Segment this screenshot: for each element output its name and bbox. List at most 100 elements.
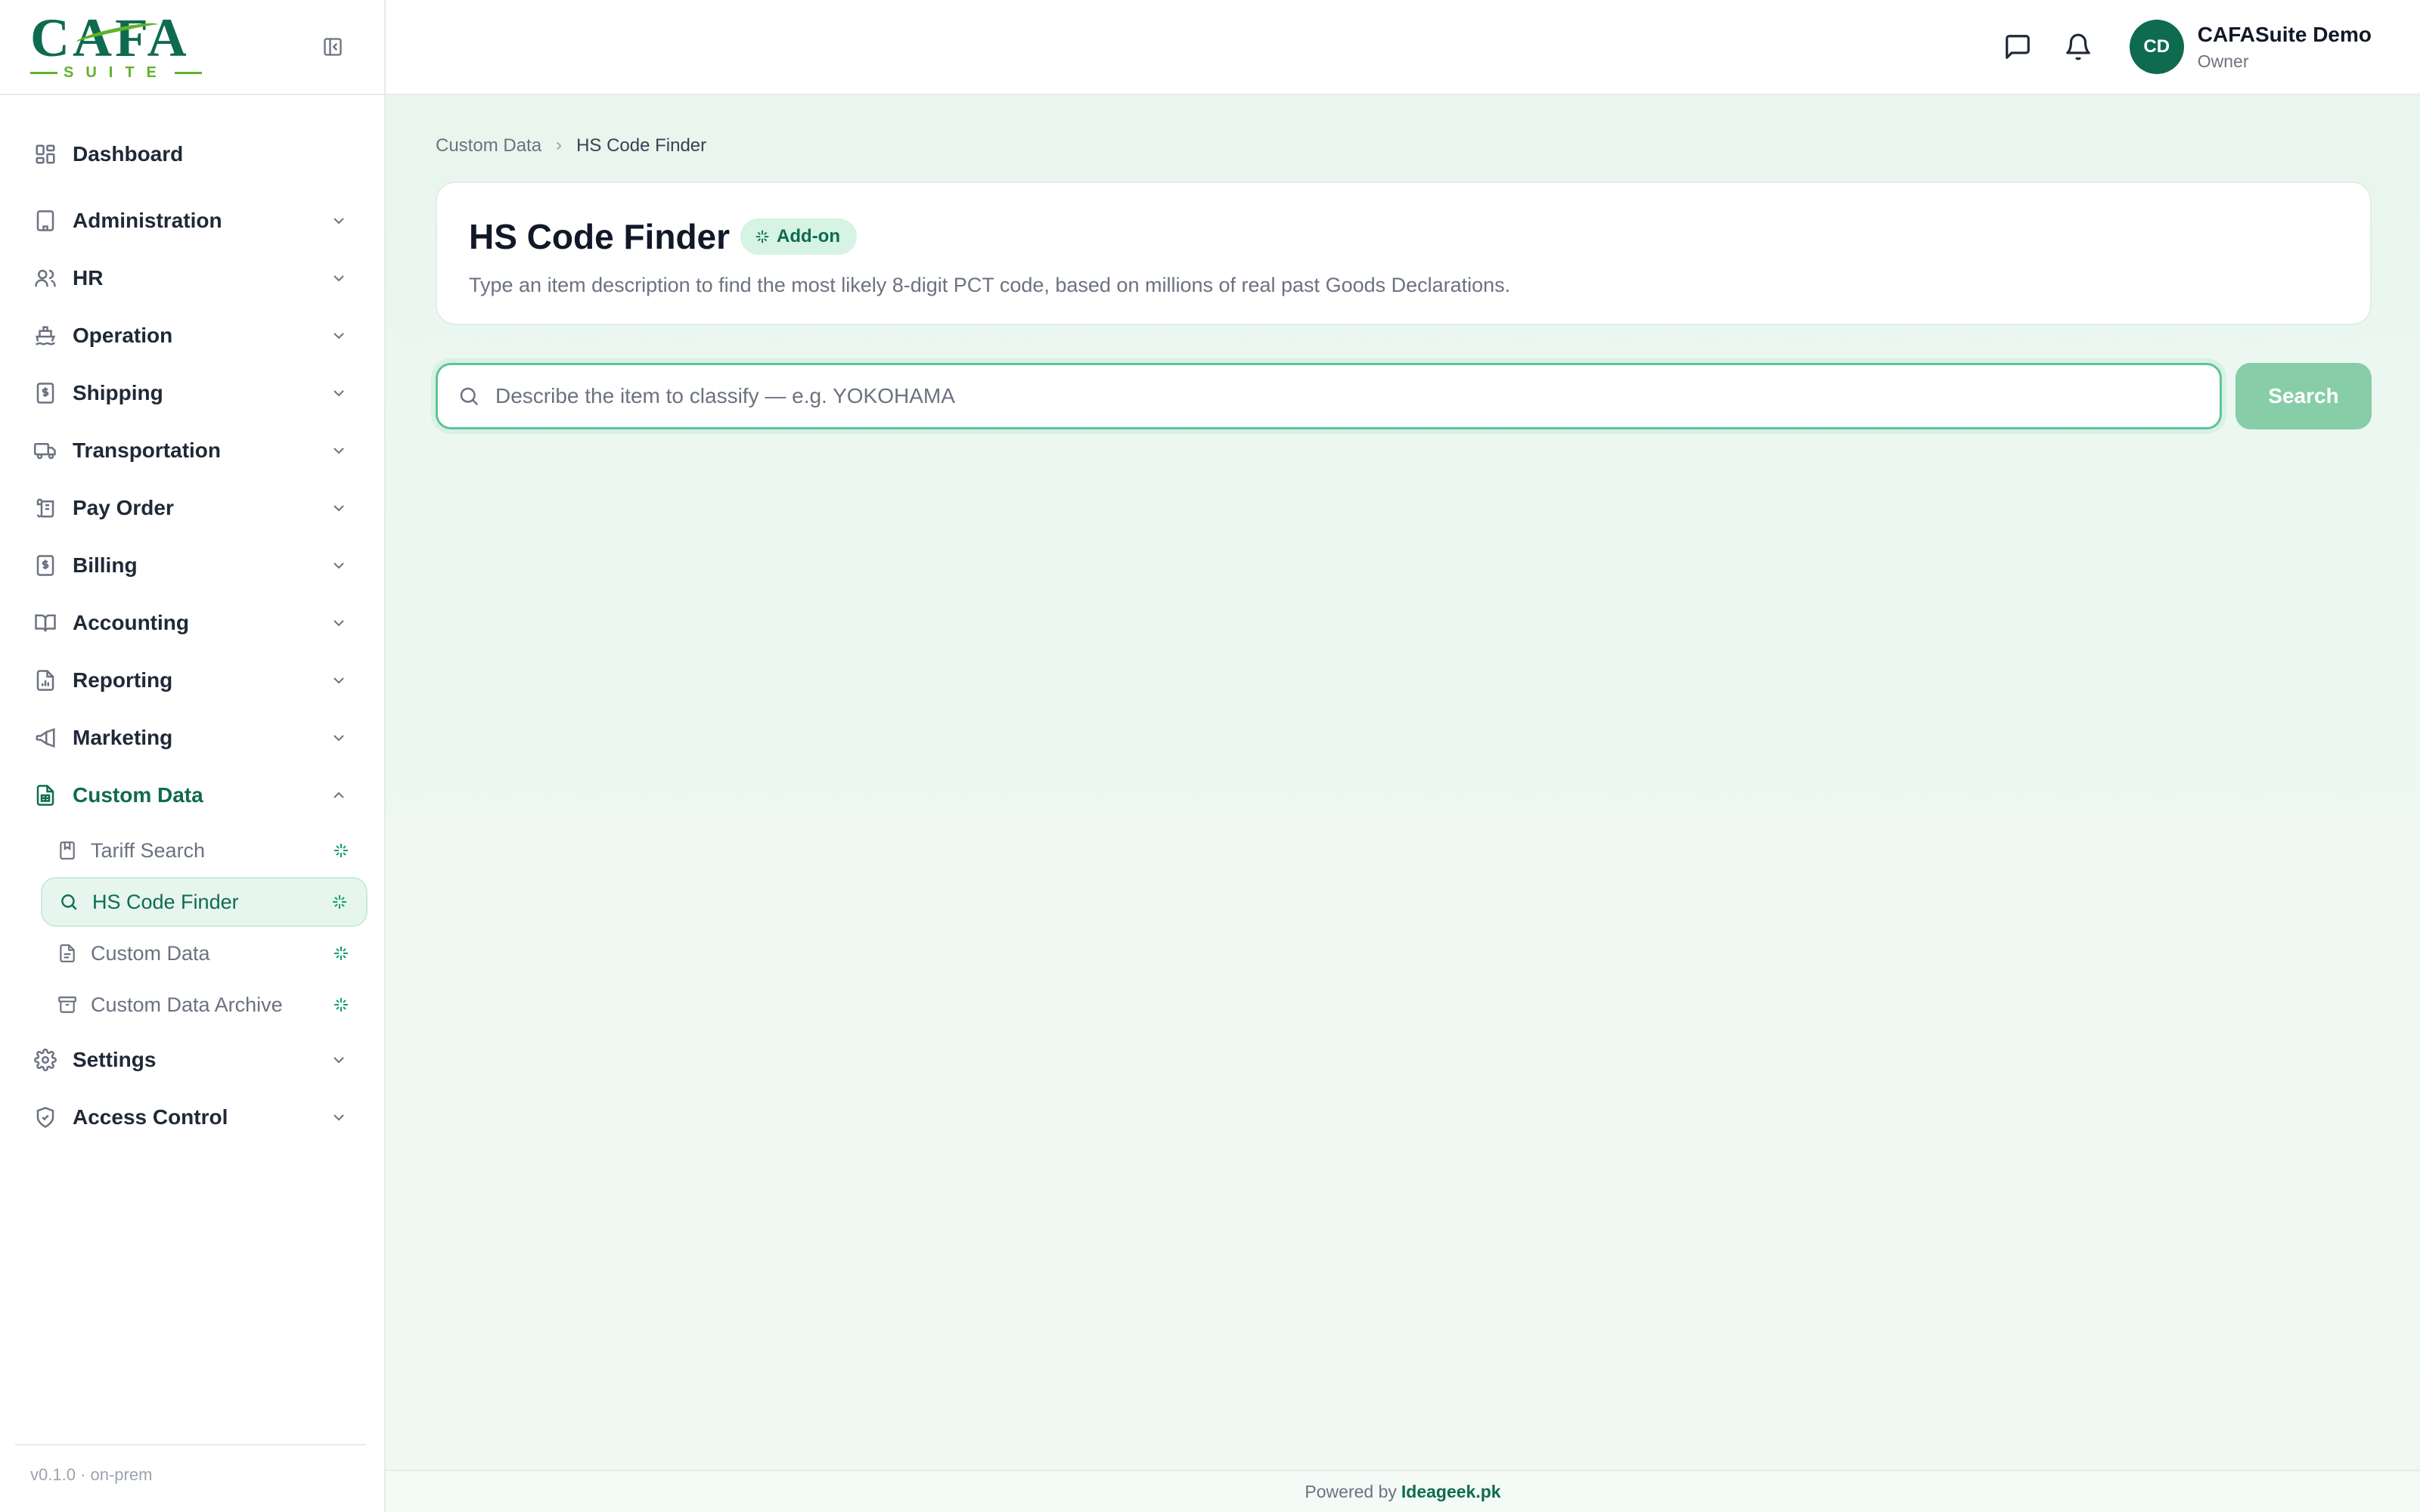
sidebar-item-label: Marketing bbox=[73, 726, 173, 749]
sidebar-item-billing[interactable]: Billing bbox=[0, 537, 384, 594]
breadcrumb-current: HS Code Finder bbox=[576, 135, 707, 156]
chevron-down-icon bbox=[328, 383, 349, 404]
message-icon[interactable] bbox=[2000, 29, 2036, 65]
sparkle-icon bbox=[754, 228, 771, 245]
invoice-icon bbox=[32, 552, 59, 579]
sidebar-item-label: Billing bbox=[73, 553, 138, 577]
file-text-icon bbox=[56, 942, 79, 965]
chevron-right-icon bbox=[552, 139, 566, 153]
sidebar-item-marketing[interactable]: Marketing bbox=[0, 709, 384, 767]
user-role: Owner bbox=[2197, 51, 2249, 71]
sidebar-subitem-custom-data-archive[interactable]: Custom Data Archive bbox=[41, 980, 368, 1030]
sidebar-item-operation[interactable]: Operation bbox=[0, 307, 384, 364]
scroll-icon bbox=[32, 494, 59, 522]
sidebar-subitem-tariff-search[interactable]: Tariff Search bbox=[41, 826, 368, 875]
sidebar-item-label: Pay Order bbox=[73, 496, 174, 519]
sidebar-item-pay-order[interactable]: Pay Order bbox=[0, 479, 384, 537]
chevron-down-icon bbox=[328, 268, 349, 289]
megaphone-icon bbox=[32, 724, 59, 751]
sidebar-item-label: Settings bbox=[73, 1048, 157, 1071]
sidebar-item-label: Accounting bbox=[73, 611, 189, 634]
user-menu[interactable]: CD CAFASuite Demo Owner bbox=[2129, 20, 2372, 74]
page-title: HS Code Finder bbox=[469, 217, 731, 256]
sidebar-subitem-hs-code-finder[interactable]: HS Code Finder bbox=[41, 877, 368, 927]
chevron-down-icon bbox=[328, 325, 349, 346]
collapse-sidebar-icon[interactable] bbox=[319, 33, 346, 60]
addon-badge: Add-on bbox=[740, 218, 857, 255]
app-version: v0.1.0 · on-prem bbox=[15, 1444, 366, 1512]
sidebar-item-dashboard[interactable]: Dashboard bbox=[0, 125, 384, 183]
receipt-dollar-icon bbox=[32, 380, 59, 407]
breadcrumb: Custom Data HS Code Finder bbox=[436, 135, 2372, 157]
users-icon bbox=[32, 265, 59, 292]
sidebar-subitem-label: HS Code Finder bbox=[92, 890, 239, 913]
ship-icon bbox=[32, 322, 59, 349]
sidebar-subitem-label: Custom Data Archive bbox=[91, 993, 283, 1016]
footer-link-ideageek[interactable]: Ideageek.pk bbox=[1401, 1482, 1501, 1502]
sparkle-icon bbox=[330, 993, 352, 1016]
sidebar-item-hr[interactable]: HR bbox=[0, 249, 384, 307]
main-content: Custom Data HS Code Finder HS Code Finde… bbox=[386, 95, 2420, 1470]
user-info: CAFASuite Demo Owner bbox=[2198, 23, 2372, 72]
sidebar-item-shipping[interactable]: Shipping bbox=[0, 364, 384, 422]
chevron-down-icon bbox=[328, 1049, 349, 1070]
sidebar-subitem-label: Custom Data bbox=[91, 941, 210, 965]
search-button[interactable]: Search bbox=[2235, 363, 2372, 429]
logo[interactable]: CAFA SUITE bbox=[30, 7, 202, 82]
chevron-down-icon bbox=[328, 210, 349, 231]
logo-wordmark: CAFA bbox=[30, 7, 190, 68]
bookmark-icon bbox=[56, 839, 79, 862]
sidebar-header: CAFA SUITE bbox=[0, 0, 384, 95]
sidebar-item-administration[interactable]: Administration bbox=[0, 192, 384, 249]
sidebar-item-label: Operation bbox=[73, 324, 173, 347]
sidebar-item-reporting[interactable]: Reporting bbox=[0, 652, 384, 709]
sidebar-item-label: Shipping bbox=[73, 381, 163, 404]
chevron-down-icon bbox=[328, 727, 349, 748]
app-root: CAFA SUITE Dashboard Administration HR O… bbox=[0, 0, 2420, 1512]
sidebar-item-label: Custom Data bbox=[73, 783, 203, 807]
file-chart-icon bbox=[32, 667, 59, 694]
sidebar-item-settings[interactable]: Settings bbox=[0, 1031, 384, 1089]
book-open-icon bbox=[32, 609, 59, 637]
chevron-down-icon bbox=[328, 497, 349, 519]
sidebar-item-label: HR bbox=[73, 266, 104, 290]
chevron-down-icon bbox=[328, 555, 349, 576]
sidebar-item-custom-data[interactable]: Custom Data bbox=[0, 767, 384, 824]
search-icon bbox=[458, 384, 482, 408]
item-description-input[interactable] bbox=[495, 384, 2200, 408]
sidebar-item-accounting[interactable]: Accounting bbox=[0, 594, 384, 652]
chevron-down-icon bbox=[328, 1107, 349, 1128]
bell-icon[interactable] bbox=[2060, 29, 2096, 65]
sparkle-icon bbox=[330, 839, 352, 862]
breadcrumb-link-custom-data[interactable]: Custom Data bbox=[436, 135, 541, 156]
file-spreadsheet-icon bbox=[32, 782, 59, 809]
title-row: HS Code Finder Add-on bbox=[469, 216, 2338, 257]
addon-badge-label: Add-on bbox=[777, 226, 840, 246]
sidebar-item-transportation[interactable]: Transportation bbox=[0, 422, 384, 479]
archive-icon bbox=[56, 993, 79, 1016]
sidebar: CAFA SUITE Dashboard Administration HR O… bbox=[0, 0, 386, 1512]
dashboard-icon bbox=[32, 141, 59, 168]
truck-icon bbox=[32, 437, 59, 464]
sidebar-item-label: Access Control bbox=[73, 1105, 228, 1129]
search-box[interactable] bbox=[436, 363, 2222, 429]
search-row: Search bbox=[436, 363, 2372, 429]
search-icon bbox=[57, 891, 80, 913]
footer-prefix: Powered by bbox=[1305, 1481, 1397, 1501]
sidebar-subitem-custom-data[interactable]: Custom Data bbox=[41, 928, 368, 978]
sidebar-item-access-control[interactable]: Access Control bbox=[0, 1089, 384, 1146]
building-icon bbox=[32, 207, 59, 234]
topbar: CD CAFASuite Demo Owner bbox=[386, 0, 2420, 95]
custom-data-submenu: Tariff Search HS Code Finder Custom Data… bbox=[0, 826, 384, 1030]
user-name: CAFASuite Demo bbox=[2197, 22, 2372, 46]
sparkle-icon bbox=[328, 891, 351, 913]
shield-check-icon bbox=[32, 1104, 59, 1131]
page-header-card: HS Code Finder Add-on Type an item descr… bbox=[436, 181, 2372, 325]
sidebar-nav: Dashboard Administration HR Operation Sh… bbox=[0, 95, 384, 1146]
sidebar-item-label: Administration bbox=[73, 209, 222, 232]
chevron-down-icon bbox=[328, 612, 349, 634]
sidebar-item-label: Dashboard bbox=[73, 142, 184, 166]
sparkle-icon bbox=[330, 942, 352, 965]
chevron-down-icon bbox=[328, 440, 349, 461]
avatar: CD bbox=[2129, 20, 2184, 74]
